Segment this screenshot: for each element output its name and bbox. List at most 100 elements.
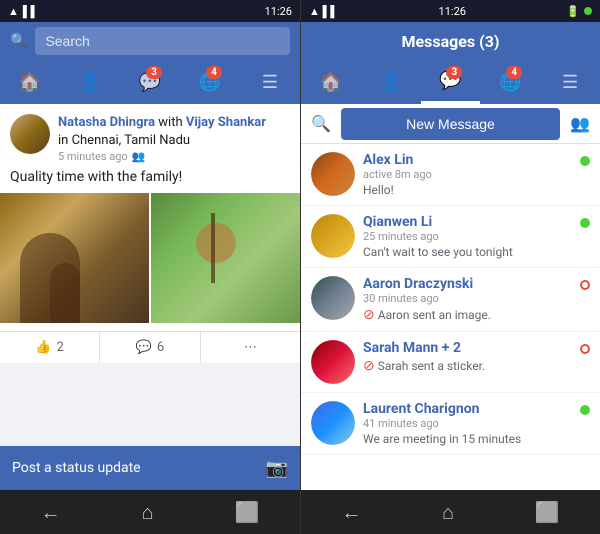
message-content: Qianwen Li 25 minutes ago Can't wait to …: [363, 214, 572, 259]
globe-badge-left: 4: [206, 66, 222, 79]
message-item[interactable]: Aaron Draczynski 30 minutes ago ⊘Aaron s…: [301, 268, 600, 332]
post-actions: 👍 2 💬 6 ⋯: [0, 331, 300, 363]
more-icon: ⋯: [244, 340, 257, 355]
post-meta: Natasha Dhingra with Vijay Shankar in Ch…: [58, 114, 290, 163]
wifi-icon: ▲: [8, 5, 19, 18]
post-location: in Chennai, Tamil Nadu: [58, 133, 190, 148]
home-icon-right: 🏠: [320, 72, 342, 93]
message-preview: We are meeting in 15 minutes: [363, 432, 572, 446]
more-action[interactable]: ⋯: [201, 332, 300, 363]
people-icon-msg: 👥: [570, 114, 590, 133]
friends-icon: 👤: [79, 72, 101, 93]
left-screen: ▲ ▌▌ 11:26 🔍 🏠 👤 💬 3 🌐 4: [0, 0, 300, 534]
search-icon-msg: 🔍: [311, 114, 331, 133]
message-avatar: [311, 276, 355, 320]
home-button-right[interactable]: ⌂: [422, 492, 474, 533]
home-button-left[interactable]: ⌂: [122, 492, 174, 533]
people-button[interactable]: 👥: [564, 108, 596, 140]
back-button-left[interactable]: ←: [21, 492, 81, 533]
left-nav-tabs: 🏠 👤 💬 3 🌐 4 ☰: [0, 60, 300, 104]
message-avatar: [311, 152, 355, 196]
recents-button-left[interactable]: ⬜: [215, 492, 280, 532]
message-name: Laurent Charignon: [363, 401, 572, 417]
message-item[interactable]: Qianwen Li 25 minutes ago Can't wait to …: [301, 206, 600, 268]
signal-icon: ▌▌: [23, 5, 39, 18]
battery-icon-right: 🔋: [566, 5, 580, 18]
menu-icon-left: ☰: [262, 72, 278, 93]
globe-badge-right: 4: [506, 66, 522, 79]
left-status-bar: ▲ ▌▌ 11:26: [0, 0, 300, 22]
right-nav-tabs: 🏠 👤 💬 3 🌐 4 ☰: [301, 60, 600, 104]
message-status: [580, 218, 590, 228]
message-item[interactable]: Laurent Charignon 41 minutes ago We are …: [301, 393, 600, 455]
message-status: [580, 280, 590, 290]
camera-icon[interactable]: 📷: [266, 458, 288, 479]
tab-globe-left[interactable]: 🌐 4: [180, 60, 240, 104]
like-icon: 👍: [35, 340, 51, 355]
right-screen: ▲ ▌▌ 11:26 🔋 Messages (3) 🏠 👤 💬 3: [300, 0, 600, 534]
tab-messages-right[interactable]: 💬 3: [421, 60, 481, 104]
message-time: 25 minutes ago: [363, 230, 572, 243]
wifi-icon-right: ▲: [309, 5, 320, 18]
message-name: Sarah Mann + 2: [363, 340, 572, 356]
left-bottom-nav: ← ⌂ ⬜: [0, 490, 300, 534]
photo-left: [0, 193, 149, 323]
post-with: with: [158, 115, 182, 130]
message-preview: Can't wait to see you tonight: [363, 245, 572, 259]
post-body: Quality time with the family!: [0, 169, 300, 193]
back-button-right[interactable]: ←: [321, 492, 381, 533]
message-avatar: [311, 401, 355, 445]
message-content: Alex Lin active 8m ago Hello!: [363, 152, 572, 197]
messages-badge-right: 3: [446, 66, 462, 79]
tab-menu-right[interactable]: ☰: [540, 60, 600, 104]
message-preview: Hello!: [363, 183, 572, 197]
tab-menu-left[interactable]: ☰: [240, 60, 300, 104]
message-status: [580, 156, 590, 166]
tab-friends-right[interactable]: 👤: [361, 60, 421, 104]
messages-header: Messages (3): [301, 22, 600, 60]
status-update-text[interactable]: Post a status update: [12, 460, 141, 476]
menu-icon-right: ☰: [562, 72, 578, 93]
comment-count: 6: [157, 340, 164, 355]
like-action[interactable]: 👍 2: [0, 332, 100, 363]
like-count: 2: [57, 340, 64, 355]
message-time: active 8m ago: [363, 168, 572, 181]
search-icon: 🔍: [10, 33, 27, 49]
message-search-button[interactable]: 🔍: [305, 108, 337, 140]
message-item[interactable]: Sarah Mann + 2 ⊘Sarah sent a sticker.: [301, 332, 600, 393]
message-name: Aaron Draczynski: [363, 276, 572, 292]
people-icon: 👥: [132, 150, 146, 163]
photo-right: [151, 193, 300, 323]
comment-action[interactable]: 💬 6: [100, 332, 200, 363]
new-message-button[interactable]: New Message: [341, 108, 560, 140]
messages-title: Messages (3): [401, 32, 499, 51]
tab-globe-right[interactable]: 🌐 4: [480, 60, 540, 104]
comment-icon: 💬: [136, 340, 152, 355]
messages-list: Alex Lin active 8m ago Hello! Qianwen Li…: [301, 144, 600, 490]
message-avatar: [311, 214, 355, 258]
status-update-bar[interactable]: Post a status update 📷: [0, 446, 300, 490]
message-preview: ⊘Sarah sent a sticker.: [363, 358, 572, 374]
online-indicator: [584, 7, 592, 15]
message-status: [580, 344, 590, 354]
tab-home-right[interactable]: 🏠: [301, 60, 361, 104]
right-status-bar: ▲ ▌▌ 11:26 🔋: [301, 0, 600, 22]
post-author-primary[interactable]: Natasha Dhingra: [58, 115, 155, 130]
photo-grid: [0, 193, 300, 323]
post-card: Natasha Dhingra with Vijay Shankar in Ch…: [0, 104, 300, 363]
message-item[interactable]: Alex Lin active 8m ago Hello!: [301, 144, 600, 206]
post-names: Natasha Dhingra with Vijay Shankar in Ch…: [58, 114, 290, 150]
tab-home-left[interactable]: 🏠: [0, 60, 60, 104]
message-preview: ⊘Aaron sent an image.: [363, 307, 572, 323]
tab-messages-left[interactable]: 💬 3: [120, 60, 180, 104]
tab-friends-left[interactable]: 👤: [60, 60, 120, 104]
messages-badge-left: 3: [146, 66, 162, 79]
post-avatar: [10, 114, 50, 154]
home-icon: 🏠: [19, 72, 41, 93]
recents-button-right[interactable]: ⬜: [515, 492, 580, 532]
post-author-secondary[interactable]: Vijay Shankar: [186, 115, 266, 130]
right-status-icons: ▲ ▌▌: [309, 5, 338, 18]
message-avatar: [311, 340, 355, 384]
post-time: 5 minutes ago 👥: [58, 150, 290, 163]
search-input[interactable]: [35, 27, 290, 55]
